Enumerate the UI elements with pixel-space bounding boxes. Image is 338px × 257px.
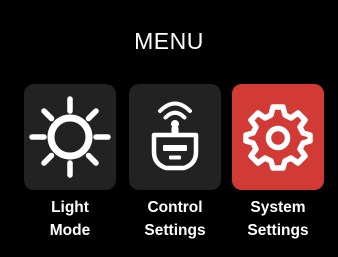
- label-line-1: System: [250, 199, 306, 216]
- gear-icon: [232, 84, 324, 190]
- page-title: MENU: [134, 28, 204, 54]
- menu-label-light-mode[interactable]: Light Mode: [15, 196, 125, 242]
- label-line-1: Control: [147, 199, 203, 216]
- label-line-2: Settings: [144, 222, 206, 239]
- menu-item-light-mode[interactable]: [24, 84, 116, 190]
- remote-control-icon: [151, 101, 199, 171]
- menu-label-control-settings[interactable]: Control Settings: [120, 196, 230, 242]
- menu-screen: MENU Light Mode Control Settings System …: [0, 0, 338, 257]
- label-line-2: Settings: [247, 222, 309, 239]
- label-line-2: Mode: [49, 222, 91, 239]
- menu-item-system-settings[interactable]: [232, 84, 324, 190]
- label-line-1: Light: [51, 199, 89, 216]
- sun-icon: [29, 96, 111, 178]
- menu-item-control-settings[interactable]: [129, 84, 221, 190]
- menu-label-system-settings[interactable]: System Settings: [223, 196, 333, 242]
